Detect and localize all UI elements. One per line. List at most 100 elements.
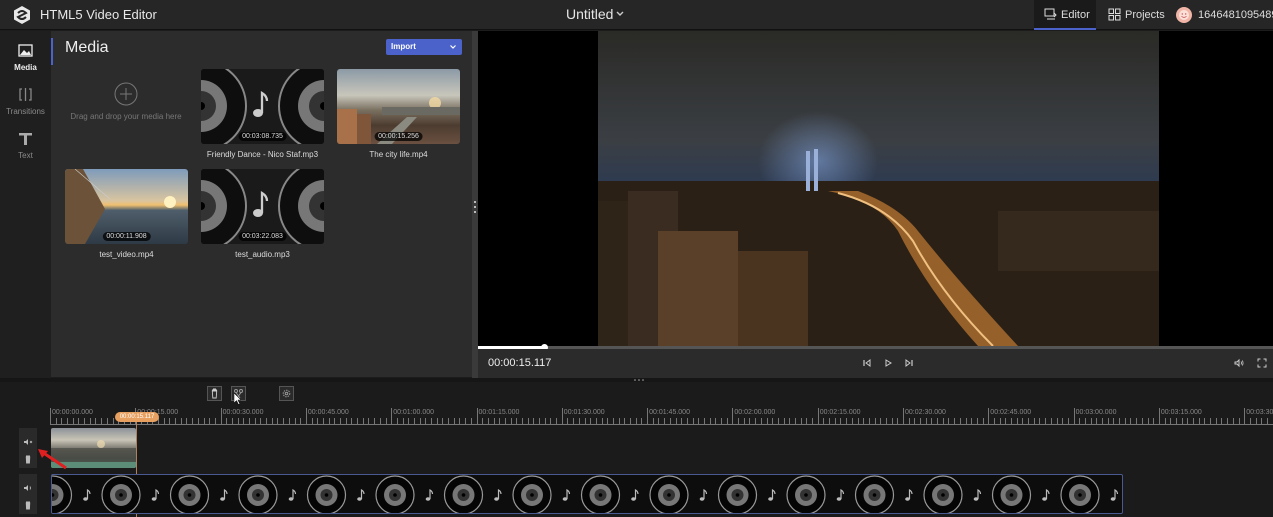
ruler-label: 00:02:15.000 — [819, 409, 861, 416]
ruler-label: 00:01:45.000 — [649, 409, 690, 416]
volume-icon[interactable] — [23, 483, 33, 493]
media-title: Media — [65, 39, 109, 56]
ruler-label: 00:02:45.000 — [990, 409, 1032, 416]
ruler-major-tick — [561, 408, 563, 424]
media-dropzone[interactable]: Drag and drop your media here — [65, 69, 187, 144]
side-nav: Media Transitions Text — [0, 31, 51, 380]
ruler-major-tick — [1158, 408, 1160, 424]
sidebar-item-label: Media — [14, 63, 37, 72]
ruler-major-tick — [903, 408, 904, 424]
media-name: test_audio.mp3 — [235, 250, 290, 259]
ruler-major-tick — [732, 408, 734, 424]
user-id[interactable]: 1646481095489 — [1198, 9, 1273, 21]
media-panel: Media Import Drag and drop your media he… — [51, 31, 472, 377]
ruler-label: 00:02:30.000 — [905, 409, 946, 416]
nav-tab-editor[interactable]: Editor — [1034, 0, 1096, 30]
smiley-icon — [1179, 10, 1189, 20]
ruler-major-tick — [988, 408, 990, 424]
media-item[interactable]: 00:03:22.083 test_audio.mp3 — [201, 169, 324, 259]
active-indicator — [51, 38, 53, 65]
audio-thumbnail: 00:03:22.083 — [201, 169, 324, 244]
top-bar: HTML5 Video Editor Untitled Editor Proje… — [0, 0, 1273, 30]
nav-tab-label: Editor — [1061, 9, 1090, 21]
sidebar-item-media[interactable]: Media — [0, 36, 51, 82]
current-time: 00:00:15.117 — [488, 357, 552, 369]
video-thumbnail: 00:00:15.256 — [337, 69, 460, 144]
volume-icon[interactable] — [1234, 358, 1244, 368]
audio-clip-art — [52, 475, 1119, 513]
skip-back-icon[interactable] — [862, 358, 872, 368]
delete-button[interactable] — [207, 386, 222, 401]
nav-tab-label: Projects — [1125, 9, 1165, 21]
ruler-major-tick — [647, 408, 649, 424]
media-name: test_video.mp4 — [99, 250, 154, 259]
ruler-major-tick — [1244, 408, 1246, 424]
timeline: 00:00:00.000 00:00:15.000 00:00:30.000 00:0… — [0, 382, 1273, 517]
avatar[interactable] — [1176, 7, 1192, 23]
ruler-major-tick — [1073, 408, 1075, 424]
ruler-major-tick — [476, 408, 478, 424]
ruler-major-tick — [305, 408, 307, 424]
trash-icon — [211, 388, 218, 399]
app-logo-icon — [14, 6, 30, 24]
add-circle-icon — [114, 82, 138, 106]
sidebar-item-label: Text — [18, 151, 33, 160]
ruler-major-tick — [220, 408, 222, 424]
dropzone-text: Drag and drop your media here — [70, 112, 182, 121]
media-item[interactable]: 00:00:15.256 The city life.mp4 — [337, 69, 460, 159]
ruler-major-tick — [50, 408, 51, 424]
media-name: The city life.mp4 — [369, 150, 428, 159]
video-preview[interactable] — [478, 31, 1273, 346]
sidebar-item-transitions[interactable]: Transitions — [0, 80, 51, 126]
media-duration: 00:00:15.256 — [374, 132, 423, 141]
import-label: Import — [391, 42, 416, 51]
video-frame — [598, 31, 1159, 346]
fullscreen-icon[interactable] — [1257, 358, 1267, 368]
mute-icon[interactable] — [23, 437, 33, 447]
media-duration: 00:00:11.908 — [102, 232, 151, 241]
media-duration: 00:03:22.083 — [238, 232, 287, 241]
timeline-ruler[interactable]: 00:00:00.000 00:00:15.000 00:00:30.000 00:0… — [50, 406, 1273, 426]
chevron-down-icon[interactable] — [614, 8, 626, 20]
audio-track-header — [19, 474, 37, 514]
trash-icon[interactable] — [23, 500, 33, 510]
annotation-arrow — [38, 449, 67, 470]
ruler-label: 00:00:45.000 — [307, 409, 349, 416]
import-button[interactable]: Import — [386, 39, 462, 55]
audio-clip[interactable] — [51, 474, 1123, 514]
image-icon — [18, 44, 33, 57]
player-controls: 00:00:15.117 — [478, 349, 1273, 378]
playhead-time-badge[interactable]: 00:00:15.117 — [115, 412, 159, 422]
ruler-major-tick — [817, 408, 819, 424]
ruler-label: 00:02:00.000 — [734, 409, 776, 416]
app-title: HTML5 Video Editor — [40, 7, 157, 22]
editor-icon — [1044, 8, 1057, 20]
chevron-down-icon — [450, 45, 456, 49]
skip-forward-icon[interactable] — [904, 358, 914, 368]
ruler-baseline — [50, 424, 1273, 425]
video-thumbnail: 00:00:11.908 — [65, 169, 188, 244]
grid-icon — [1108, 8, 1121, 21]
ruler-label: 00:01:15.000 — [478, 409, 520, 416]
nav-tab-projects[interactable]: Projects — [1098, 0, 1165, 30]
ruler-label: 00:03:15.000 — [1160, 409, 1202, 416]
media-item[interactable]: 00:03:08.735 Friendly Dance - Nico Staf.… — [201, 69, 324, 159]
play-icon[interactable] — [883, 358, 893, 368]
settings-button[interactable] — [279, 386, 294, 401]
transition-icon — [19, 88, 32, 101]
ruler-label: 00:00:00.000 — [52, 409, 93, 416]
ruler-label: 00:00:30.000 — [222, 409, 264, 416]
gear-icon — [282, 389, 291, 398]
sidebar-item-label: Transitions — [6, 107, 45, 116]
ruler-major-tick — [391, 408, 393, 424]
mouse-cursor-icon — [234, 393, 242, 405]
trash-icon[interactable] — [23, 454, 33, 464]
sidebar-item-text[interactable]: Text — [0, 124, 51, 170]
ruler-label: 00:03:00.000 — [1075, 409, 1117, 416]
ruler-label: 00:01:00.000 — [393, 409, 435, 416]
media-item[interactable]: 00:00:11.908 test_video.mp4 — [65, 169, 188, 259]
project-title[interactable]: Untitled — [566, 6, 613, 22]
audio-thumbnail: 00:03:08.735 — [201, 69, 324, 144]
video-track-header — [19, 428, 37, 468]
media-duration: 00:03:08.735 — [238, 132, 287, 141]
